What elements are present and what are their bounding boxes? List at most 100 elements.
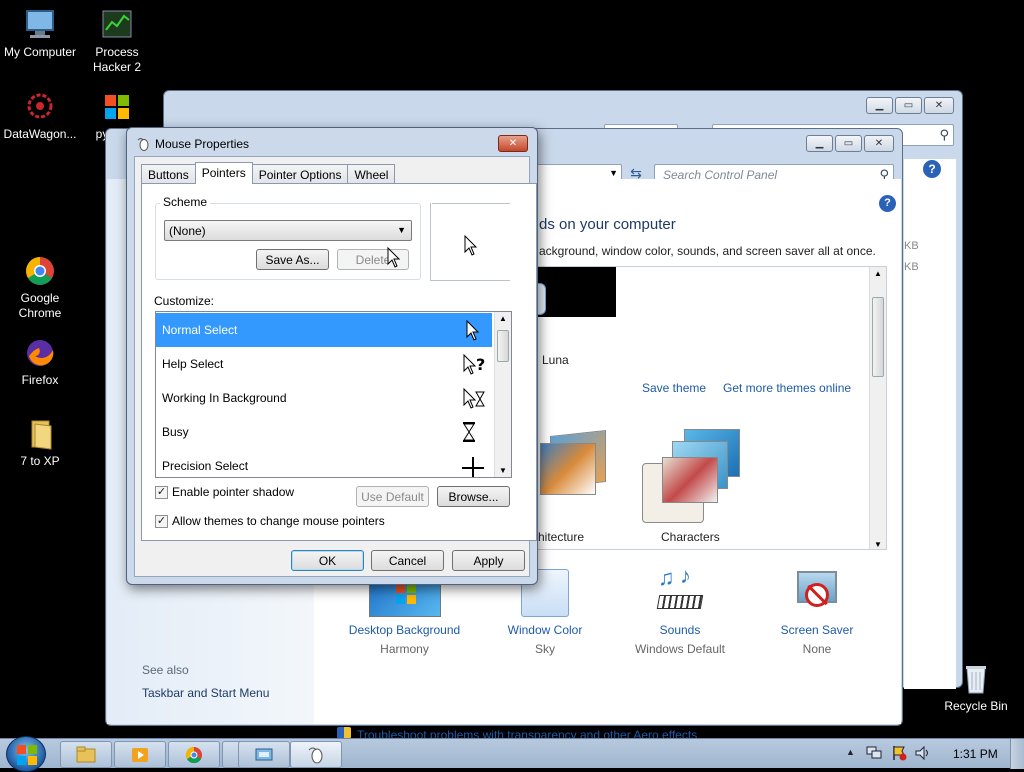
window-color-title[interactable]: Window Color xyxy=(480,623,610,637)
help-icon[interactable]: ? xyxy=(923,160,941,178)
scheme-dropdown[interactable]: (None) ▼ xyxy=(164,220,412,241)
taskbar-and-start-menu-link[interactable]: Taskbar and Start Menu xyxy=(142,686,269,700)
start-button[interactable] xyxy=(6,736,46,772)
theme-label-architecture: hitecture xyxy=(538,530,585,544)
close-button[interactable]: ✕ xyxy=(498,135,528,152)
apply-button[interactable]: Apply xyxy=(452,550,525,571)
sounds-value: Windows Default xyxy=(634,642,726,656)
screen-saver-title[interactable]: Screen Saver xyxy=(752,623,882,637)
desktop-background-value: Harmony xyxy=(380,642,429,656)
tab-pointers[interactable]: Pointers xyxy=(194,162,253,184)
tab-strip: Buttons Pointers Pointer Options Wheel xyxy=(141,162,396,184)
browse-button[interactable]: Browse... xyxy=(437,486,510,507)
taskbar-chrome-button[interactable] xyxy=(168,741,220,768)
preview-top-line xyxy=(432,203,510,204)
taskbar-media-player-button[interactable] xyxy=(114,741,166,768)
pointers-scrollbar[interactable]: ▲ ▼ xyxy=(494,312,511,477)
close-button[interactable]: ✕ xyxy=(924,97,954,114)
desktop-icon-label: Recycle Bin xyxy=(944,699,1008,713)
desktop-icon-my-computer[interactable]: My Computer xyxy=(0,8,80,60)
close-button[interactable]: ✕ xyxy=(864,135,894,152)
tab-wheel[interactable]: Wheel xyxy=(347,164,396,184)
mouse-properties-dialog[interactable]: Mouse Properties ✕ Buttons Pointers Poin… xyxy=(126,127,538,585)
action-center-flag-icon[interactable] xyxy=(891,745,907,761)
desktop-icon-7-to-xp[interactable]: 7 to XP xyxy=(0,417,80,469)
sounds-item[interactable]: ♫ ♪ Sounds Windows Default xyxy=(615,563,745,656)
mouse-icon xyxy=(308,747,323,763)
screen-saver-item[interactable]: Screen Saver None xyxy=(752,569,882,656)
pointers-listbox[interactable]: Normal Select Help Select ? Working In B… xyxy=(155,311,512,478)
ok-button[interactable]: OK xyxy=(291,550,364,571)
pointer-row-working-in-background[interactable]: Working In Background xyxy=(156,381,492,415)
desktop-icon-chrome[interactable]: Google Chrome xyxy=(0,254,80,321)
clock-time[interactable]: 1:31 PM xyxy=(953,747,998,761)
enable-pointer-shadow-checkbox[interactable]: ✓ Enable pointer shadow xyxy=(155,485,294,499)
theme-label-characters: Characters xyxy=(661,530,720,544)
pointer-label: Working In Background xyxy=(162,391,287,405)
volume-icon[interactable] xyxy=(914,745,932,761)
save-as-button[interactable]: Save As... xyxy=(256,249,329,270)
chrome-icon xyxy=(23,254,57,288)
screen-saver-icon xyxy=(793,569,841,617)
page-heading: ds on your computer xyxy=(539,216,676,233)
desktop-icon-label: Google Chrome xyxy=(18,291,62,320)
pointer-row-normal-select[interactable]: Normal Select xyxy=(156,313,492,347)
use-default-button[interactable]: Use Default xyxy=(356,486,429,507)
help-icon[interactable]: ? xyxy=(879,195,896,212)
allow-themes-checkbox[interactable]: ✓ Allow themes to change mouse pointers xyxy=(155,514,385,528)
scheme-value: (None) xyxy=(169,224,206,238)
chevron-down-icon: ▼ xyxy=(609,168,618,178)
pointer-row-precision-select[interactable]: Precision Select xyxy=(156,449,492,477)
checkbox-check-icon: ✓ xyxy=(155,514,168,528)
desktop-background-title[interactable]: Desktop Background xyxy=(337,623,472,637)
theme-thumbnail-architecture[interactable] xyxy=(532,429,608,505)
get-more-themes-link[interactable]: Get more themes online xyxy=(723,381,851,395)
recycle-bin-icon xyxy=(959,662,993,696)
tab-pointer-options[interactable]: Pointer Options xyxy=(251,164,349,184)
crosshair-cursor-icon xyxy=(460,455,486,477)
preview-arrow-cursor-icon xyxy=(464,234,478,260)
themes-list[interactable]: Luna Save theme Get more themes online h… xyxy=(531,266,887,550)
hourglass-cursor-icon xyxy=(458,421,480,443)
screen-saver-value: None xyxy=(802,642,832,656)
show-hidden-icons-button[interactable]: ▲ xyxy=(846,747,855,757)
scrollbar-thumb[interactable] xyxy=(872,297,884,377)
datawagon-icon xyxy=(23,90,57,124)
folder-icon xyxy=(23,417,57,451)
pointer-row-help-select[interactable]: Help Select ? xyxy=(156,347,492,381)
desktop-icon-label: 7 to XP xyxy=(20,454,60,468)
pointers-panel: Scheme (None) ▼ Save As... Delete Custom… xyxy=(141,183,537,541)
show-desktop-button[interactable] xyxy=(1010,739,1024,769)
theme-thumbnail-characters[interactable] xyxy=(642,429,752,523)
maximize-button[interactable]: ▭ xyxy=(835,135,862,152)
music-notes-icon: ♫ ♪ xyxy=(656,563,704,617)
tab-buttons[interactable]: Buttons xyxy=(141,164,196,184)
enable-pointer-shadow-label: Enable pointer shadow xyxy=(172,485,295,499)
scheme-label: Scheme xyxy=(160,195,211,209)
folder-icon xyxy=(76,746,96,762)
taskbar-control-panel-button[interactable] xyxy=(238,741,290,768)
minimize-button[interactable]: ▁ xyxy=(806,135,833,152)
desktop-icon-label: Firefox xyxy=(21,373,59,387)
maximize-button[interactable]: ▭ xyxy=(895,97,922,114)
sounds-title[interactable]: Sounds xyxy=(615,623,745,637)
themes-scrollbar[interactable]: ▲ ▼ xyxy=(869,267,886,549)
taskbar-mouse-properties-button[interactable] xyxy=(290,741,342,768)
mouse-icon xyxy=(136,137,150,151)
save-theme-link[interactable]: Save theme xyxy=(642,381,706,395)
process-hacker-icon xyxy=(100,8,134,42)
cancel-button[interactable]: Cancel xyxy=(371,550,444,571)
customize-label: Customize: xyxy=(154,294,215,308)
chevron-down-icon: ▼ xyxy=(397,225,406,235)
scrollbar-thumb[interactable] xyxy=(497,330,509,362)
network-icon[interactable] xyxy=(866,746,882,760)
checkbox-check-icon: ✓ xyxy=(155,485,168,499)
desktop-icon-process-hacker[interactable]: Process Hacker 2 xyxy=(77,8,157,75)
minimize-button[interactable]: ▁ xyxy=(866,97,893,114)
pointer-label: Normal Select xyxy=(162,323,238,337)
pointer-row-busy[interactable]: Busy xyxy=(156,415,492,449)
windows-logo-icon xyxy=(17,745,37,765)
desktop-icon-label: Process Hacker 2 xyxy=(92,45,142,74)
taskbar-explorer-button[interactable] xyxy=(60,741,112,768)
desktop-icon-firefox[interactable]: Firefox xyxy=(0,336,80,388)
